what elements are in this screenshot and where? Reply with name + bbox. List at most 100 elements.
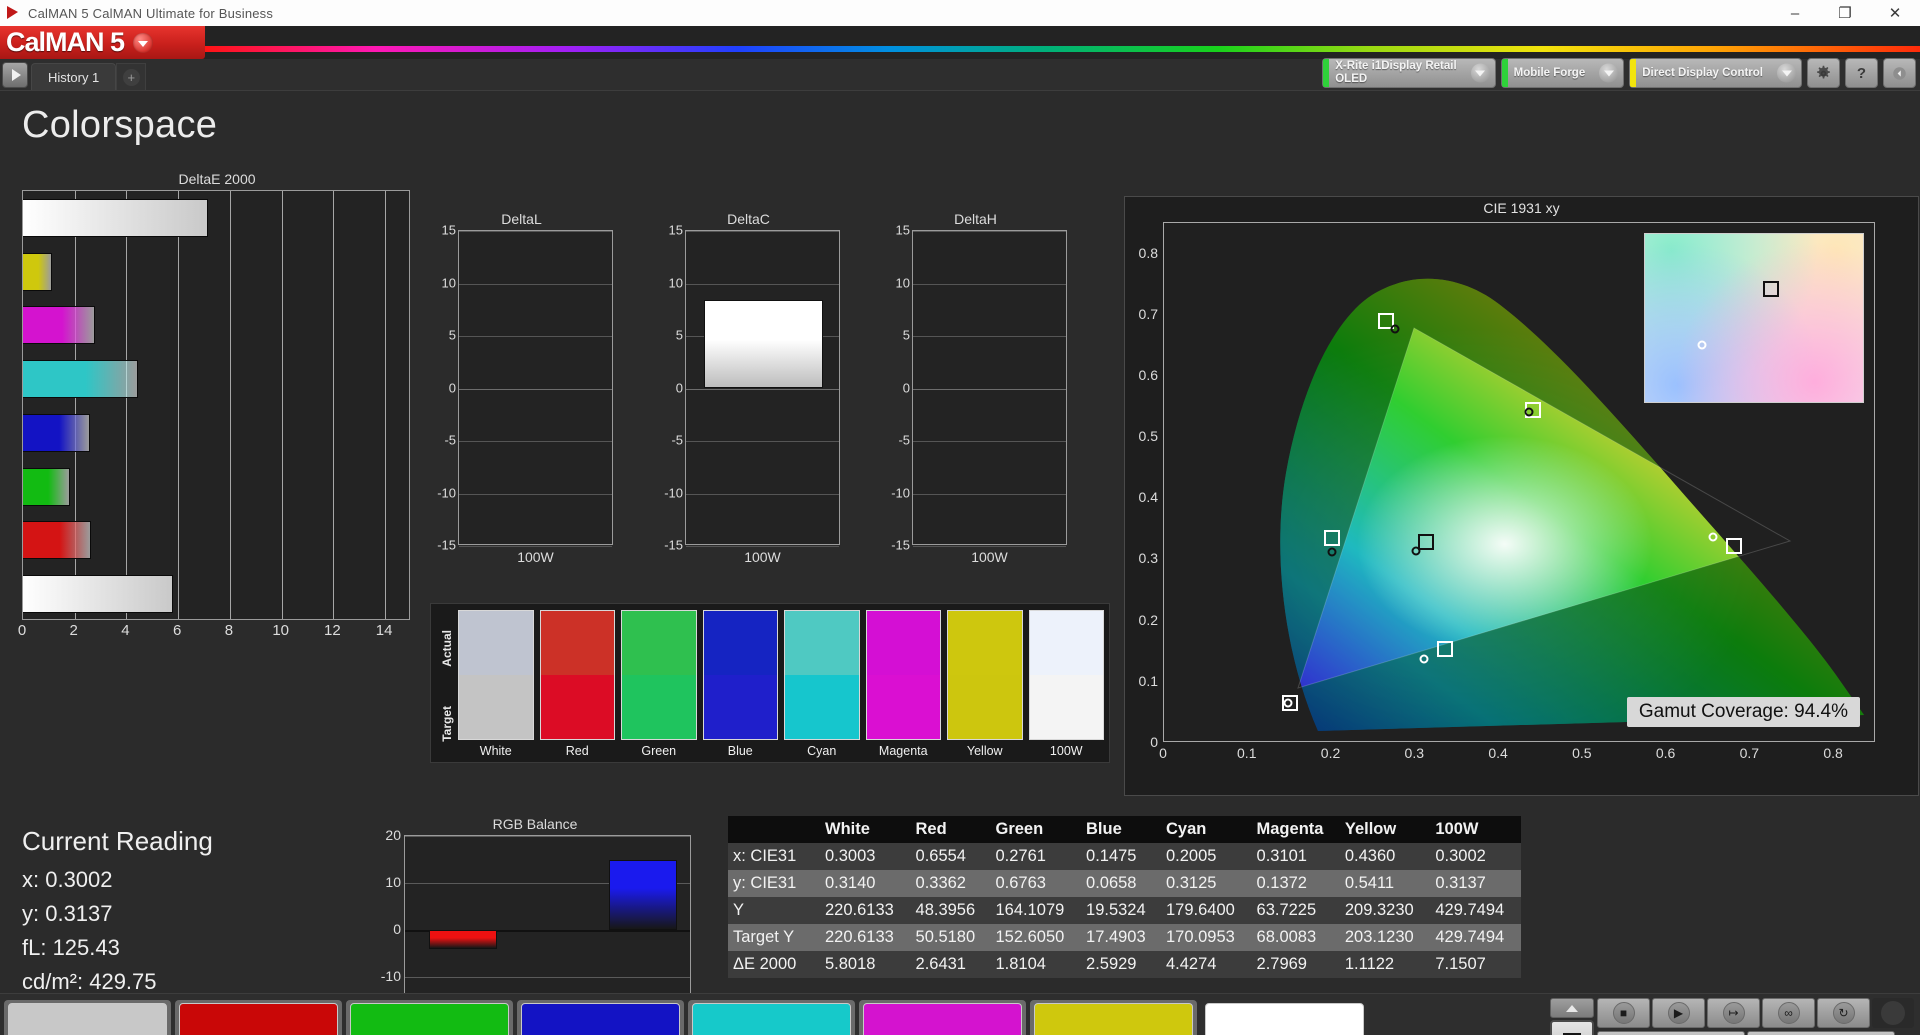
deltah-x-label: 100W bbox=[912, 549, 1067, 565]
deltae-gridline bbox=[385, 191, 386, 619]
swatch-pair bbox=[1029, 610, 1105, 740]
swatch-label: Red bbox=[540, 740, 616, 762]
rgb-tick-label: 20 bbox=[385, 827, 401, 843]
continuous-icon[interactable]: ∞ bbox=[1762, 998, 1815, 1028]
chevron-down-icon[interactable] bbox=[1471, 64, 1490, 83]
patch-button-cyan[interactable]: Cyan bbox=[688, 1000, 855, 1035]
cie-y-tick-label: 0 bbox=[1150, 734, 1158, 750]
swatch-actual bbox=[948, 611, 1022, 675]
rgb-gridline bbox=[405, 836, 690, 837]
window-title: CalMAN 5 CalMAN Ultimate for Business bbox=[28, 6, 273, 21]
table-cell: 50.5180 bbox=[911, 924, 991, 951]
deltae-chart-title: DeltaE 2000 bbox=[22, 171, 412, 187]
swatch-column: Green bbox=[621, 610, 697, 762]
patch-button-green[interactable]: Green bbox=[346, 1000, 513, 1035]
table-cell: 2.7969 bbox=[1252, 951, 1340, 978]
patch-button-red[interactable]: Red bbox=[175, 1000, 342, 1035]
gamut-coverage-value: 94.4% bbox=[1794, 701, 1848, 722]
chevron-down-icon[interactable] bbox=[1599, 64, 1618, 83]
gear-icon[interactable] bbox=[1807, 58, 1840, 88]
table-row-label: Y bbox=[728, 897, 820, 924]
transport-controls: ■ ▶↦∞↻ « Back Next » bbox=[1550, 998, 1914, 1035]
display-control-selector[interactable]: Direct Display Control bbox=[1629, 58, 1802, 88]
cie-x-tick-label: 0.1 bbox=[1237, 745, 1256, 761]
back-button[interactable]: « Back bbox=[1597, 1031, 1745, 1035]
table-row: ΔE 20005.80182.64311.81042.59294.42742.7… bbox=[728, 951, 1521, 978]
delta-tick-label: 5 bbox=[449, 328, 456, 343]
chevron-down-icon[interactable] bbox=[133, 33, 153, 53]
stop-icon[interactable] bbox=[1550, 1020, 1594, 1035]
patch-button-yellow[interactable]: Yellow bbox=[1030, 1000, 1197, 1035]
swatch-column: Cyan bbox=[784, 610, 860, 762]
table-column-header: Yellow bbox=[1340, 816, 1431, 843]
meter-selector[interactable]: X-Rite i1Display Retail OLED bbox=[1322, 58, 1495, 88]
deltae-gridline bbox=[178, 191, 179, 619]
chevron-up-icon[interactable] bbox=[1550, 998, 1594, 1018]
deltae-gridline bbox=[333, 191, 334, 619]
plus-icon: + bbox=[123, 69, 140, 86]
patch-color-chip bbox=[1034, 1003, 1193, 1035]
delta-gridline bbox=[686, 441, 839, 442]
swatch-actual bbox=[704, 611, 778, 675]
patch-button-white[interactable]: White bbox=[4, 1000, 171, 1035]
cie-y-tick-label: 0.7 bbox=[1139, 306, 1158, 322]
close-button[interactable]: ✕ bbox=[1870, 0, 1920, 26]
measurement-table: WhiteRedGreenBlueCyanMagentaYellow100W x… bbox=[728, 816, 1521, 978]
swatch-target bbox=[948, 675, 1022, 739]
swatch-pair bbox=[703, 610, 779, 740]
play-icon[interactable] bbox=[2, 62, 28, 88]
delta-tick-label: -15 bbox=[437, 538, 456, 553]
delta-gridline bbox=[459, 546, 612, 547]
table-cell: 2.6431 bbox=[911, 951, 991, 978]
source-name: Mobile Forge bbox=[1514, 67, 1586, 80]
play-icon[interactable]: ▶ bbox=[1652, 998, 1705, 1028]
table-cell: 48.3956 bbox=[911, 897, 991, 924]
next-button[interactable]: Next » bbox=[1747, 1031, 1895, 1035]
table-column-header: White bbox=[820, 816, 911, 843]
add-tab-button[interactable]: + bbox=[116, 63, 146, 90]
measure-icon[interactable]: ↦ bbox=[1707, 998, 1760, 1028]
tab-label: History 1 bbox=[48, 70, 99, 85]
delta-gridline bbox=[686, 389, 839, 390]
source-selector[interactable]: Mobile Forge bbox=[1501, 58, 1625, 88]
table-cell: 1.8104 bbox=[991, 951, 1082, 978]
delta-tick-label: -5 bbox=[898, 433, 910, 448]
table-cell: 63.7225 bbox=[1252, 897, 1340, 924]
maximize-button[interactable]: ❐ bbox=[1820, 0, 1870, 26]
table-cell: 0.6763 bbox=[991, 870, 1082, 897]
minimize-button[interactable]: – bbox=[1770, 0, 1820, 26]
window-controls: – ❐ ✕ bbox=[1770, 0, 1920, 26]
patch-button-magenta[interactable]: Magenta bbox=[859, 1000, 1026, 1035]
stop-icon-glyph: ■ bbox=[1613, 1002, 1635, 1024]
table-cell: 0.3002 bbox=[1430, 843, 1521, 870]
rgb-balance-title: RGB Balance bbox=[370, 816, 700, 832]
chevron-down-icon[interactable] bbox=[1777, 64, 1796, 83]
cie-x-tick-label: 0.3 bbox=[1405, 745, 1424, 761]
table-cell: 152.6050 bbox=[991, 924, 1082, 951]
delta-tick-label: -10 bbox=[891, 485, 910, 500]
inset-measured-marker bbox=[1697, 340, 1706, 349]
cie-y-tick-label: 0.1 bbox=[1139, 673, 1158, 689]
brand-logo[interactable]: CalMAN 5 bbox=[0, 26, 205, 59]
deltae-tick-label: 6 bbox=[173, 622, 181, 639]
cie-measured-marker bbox=[1525, 407, 1534, 416]
table-cell: 68.0083 bbox=[1252, 924, 1340, 951]
stop-icon[interactable]: ■ bbox=[1597, 998, 1650, 1028]
swatch-pair bbox=[458, 610, 534, 740]
table-cell: 4.4274 bbox=[1161, 951, 1252, 978]
cie-y-tick-label: 0.3 bbox=[1139, 550, 1158, 566]
swatch-target bbox=[622, 675, 696, 739]
table-row-label: x: CIE31 bbox=[728, 843, 820, 870]
cie-x-tick-label: 0.5 bbox=[1572, 745, 1591, 761]
collapse-left-icon[interactable] bbox=[1883, 58, 1916, 88]
refresh-icon[interactable]: ↻ bbox=[1817, 998, 1870, 1028]
patch-button-blue[interactable]: Blue bbox=[517, 1000, 684, 1035]
tab-history-1[interactable]: History 1 bbox=[31, 63, 116, 90]
deltah-title: DeltaH bbox=[884, 211, 1067, 227]
patch-button-100w[interactable]: 100W bbox=[1201, 1000, 1368, 1035]
table-row-label: y: CIE31 bbox=[728, 870, 820, 897]
delta-tick-label: -5 bbox=[671, 433, 683, 448]
help-icon[interactable]: ? bbox=[1845, 58, 1878, 88]
delta-gridline bbox=[913, 441, 1066, 442]
delta-gridline bbox=[459, 231, 612, 232]
